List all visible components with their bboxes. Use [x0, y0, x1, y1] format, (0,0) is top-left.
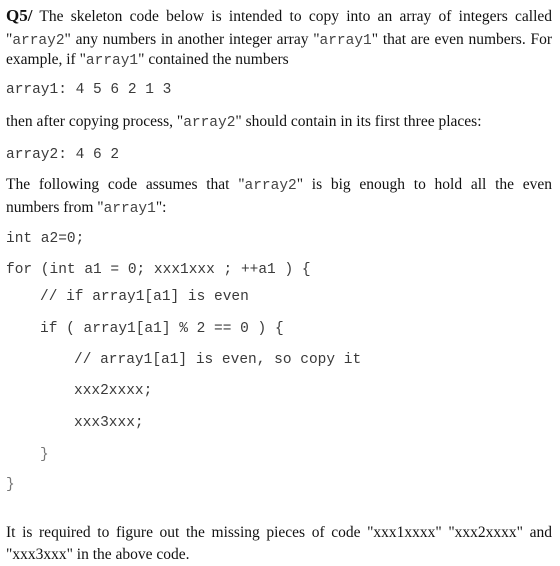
intro-line-3: example, if "array1" contained the numbe… [6, 51, 289, 69]
closing-line-1: It is required to figure out the missing… [6, 524, 552, 541]
code-line-close-if: } [40, 447, 49, 463]
question-label: Q5/ [6, 6, 33, 25]
array2-example: array2: 4 6 2 [6, 147, 120, 163]
array1-example: array1: 4 5 6 2 1 3 [6, 82, 172, 98]
following-line-2: numbers from "array1": [6, 199, 167, 217]
code-line-comment-even: // if array1[a1] is even [40, 289, 249, 305]
code-line-comment-copy: // array1[a1] is even, so copy it [74, 352, 362, 368]
code-line-xxx3: xxx3xxx; [74, 415, 144, 431]
intro-line-2: "array2" any numbers in another integer … [6, 31, 552, 49]
code-line-if: if ( array1[a1] % 2 == 0 ) { [40, 321, 284, 337]
code-line-close-for: } [6, 477, 15, 493]
then-line: then after copying process, "array2" sho… [6, 113, 482, 131]
following-line-1: The following code assumes that "array2"… [6, 176, 552, 194]
code-line-xxx2: xxx2xxxx; [74, 383, 153, 399]
intro-line-1: Q5/ The skeleton code below is intended … [6, 6, 552, 25]
code-line-for: for (int a1 = 0; xxx1xxx ; ++a1 ) { [6, 262, 311, 278]
closing-line-2: "xxx3xxx" in the above code. [6, 546, 190, 563]
code-line-declare: int a2=0; [6, 231, 85, 247]
